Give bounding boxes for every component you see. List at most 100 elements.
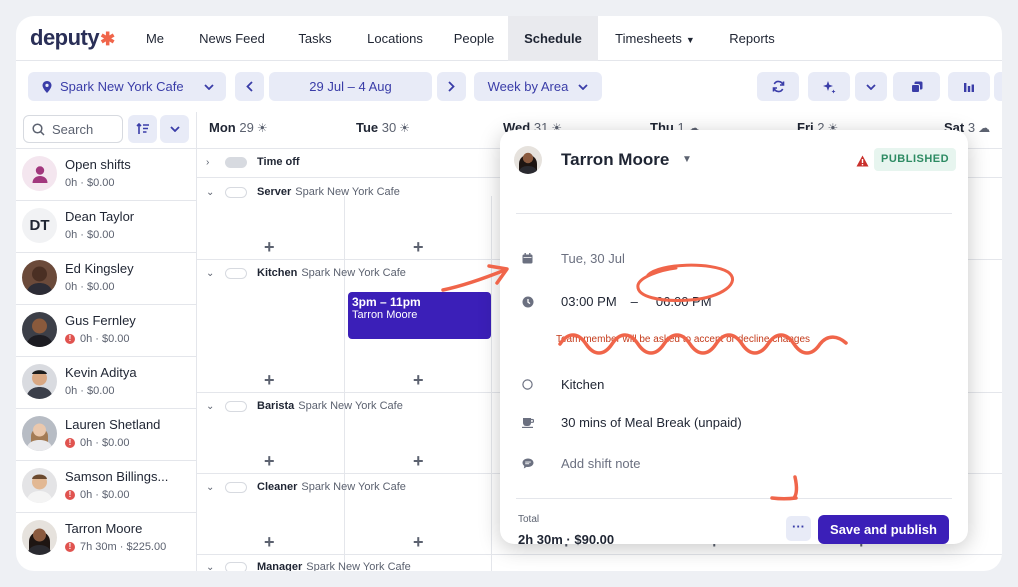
save-and-publish-button[interactable]: Save and publish <box>818 515 949 544</box>
grid-divider <box>196 112 197 571</box>
employee-dropdown-icon[interactable]: ▼ <box>682 154 692 165</box>
avatar <box>22 468 57 503</box>
app-window: deputy✱ Me News Feed Tasks Locations Peo… <box>16 16 1002 571</box>
chevron-down-icon <box>866 83 876 90</box>
caret-down-icon: ▼ <box>685 35 695 45</box>
sort-button[interactable] <box>128 115 157 143</box>
next-week-button[interactable] <box>437 72 466 101</box>
chevron-down-icon: ⌄ <box>206 186 215 198</box>
nav-schedule[interactable]: Schedule <box>508 16 598 61</box>
nav-tasks[interactable]: Tasks <box>290 16 340 61</box>
shift-time-row: 03:00 PM – 06:00 PM <box>522 294 712 309</box>
nav-people[interactable]: People <box>446 16 502 61</box>
deputy-logo[interactable]: deputy✱ <box>30 25 115 51</box>
nav-locations[interactable]: Locations <box>359 16 431 61</box>
copy-button[interactable] <box>893 72 940 101</box>
area-toggle[interactable] <box>225 400 247 412</box>
area-cleaner[interactable]: ⌄ Cleaner Spark New York Cafe <box>206 481 406 493</box>
warning-icon: ! <box>65 490 75 500</box>
total-label: Total <box>518 514 540 525</box>
add-shift-button[interactable]: + <box>264 370 275 391</box>
person-ed-kingsley[interactable]: Ed Kingsley 0h · $0.00 <box>16 252 196 304</box>
divider <box>516 498 952 499</box>
add-shift-button[interactable]: + <box>413 237 424 258</box>
person-tarron-moore[interactable]: Tarron Moore ! 7h 30m · $225.00 <box>16 512 196 564</box>
chevron-down-icon <box>169 126 180 132</box>
chevron-left-icon <box>246 81 253 92</box>
search-icon <box>32 122 45 136</box>
copy-icon <box>910 81 922 93</box>
chevron-down-icon: ⌄ <box>206 561 215 572</box>
people-list: Open shifts 0h · $0.00 DT Dean Taylor 0h… <box>16 148 196 564</box>
nav-news-feed[interactable]: News Feed <box>192 16 272 61</box>
auto-schedule-button[interactable] <box>808 72 850 101</box>
area-server[interactable]: ⌄ Server Spark New York Cafe <box>206 186 400 198</box>
nav-me[interactable]: Me <box>135 16 175 61</box>
sort-icon <box>135 123 149 134</box>
shift-block[interactable]: 3pm – 11pm Tarron Moore <box>348 292 491 339</box>
break-row[interactable]: 30 mins of Meal Break (unpaid) <box>522 415 742 430</box>
area-toggle[interactable] <box>225 186 247 198</box>
day-header-tue[interactable]: Tue 30 ☀ <box>356 120 410 135</box>
location-selector[interactable]: Spark New York Cafe <box>28 72 226 101</box>
chevron-down-icon: ⌄ <box>206 267 215 279</box>
nav-reports[interactable]: Reports <box>722 16 782 61</box>
area-toggle[interactable] <box>225 481 247 493</box>
shift-note-input[interactable]: Add shift note <box>522 456 641 471</box>
area-toggle[interactable] <box>225 156 247 168</box>
person-open-shifts[interactable]: Open shifts 0h · $0.00 <box>16 148 196 200</box>
person-lauren-shetland[interactable]: Lauren Shetland ! 0h · $0.00 <box>16 408 196 460</box>
open-shifts-avatar <box>22 156 57 191</box>
add-shift-button[interactable]: + <box>264 451 275 472</box>
change-warning-text: Team member will be asked to accept or d… <box>556 334 811 345</box>
person-kevin-aditya[interactable]: Kevin Aditya 0h · $0.00 <box>16 356 196 408</box>
view-selector[interactable]: Week by Area <box>474 72 602 101</box>
add-shift-button[interactable]: + <box>413 532 424 553</box>
refresh-button[interactable] <box>757 72 799 101</box>
area-time-off[interactable]: › Time off <box>206 156 304 168</box>
person-samson-billings[interactable]: Samson Billings... ! 0h · $0.00 <box>16 460 196 512</box>
chevron-down-icon <box>578 83 588 90</box>
search-input[interactable]: Search <box>23 115 123 143</box>
add-shift-button[interactable]: + <box>264 532 275 553</box>
start-time-input[interactable]: 03:00 PM <box>561 294 617 309</box>
area-toggle[interactable] <box>225 267 247 279</box>
coffee-cup-icon <box>522 417 561 428</box>
chart-icon <box>964 82 974 92</box>
map-pin-icon <box>42 80 52 93</box>
area-row[interactable]: Kitchen <box>522 377 604 392</box>
person-gus-fernley[interactable]: Gus Fernley ! 0h · $0.00 <box>16 304 196 356</box>
area-barista[interactable]: ⌄ Barista Spark New York Cafe <box>206 400 403 412</box>
chevron-right-icon: › <box>206 156 210 168</box>
date-range-button[interactable]: 29 Jul – 4 Aug <box>269 72 432 101</box>
area-kitchen[interactable]: ⌄ Kitchen Spark New York Cafe <box>206 267 406 279</box>
area-toggle[interactable] <box>225 561 247 571</box>
warning-icon: ! <box>65 438 75 448</box>
more-actions-dropdown[interactable] <box>855 72 887 101</box>
add-shift-button[interactable]: + <box>413 370 424 391</box>
divider <box>516 213 952 214</box>
end-time-input[interactable]: 06:00 PM <box>656 294 712 309</box>
add-shift-button[interactable]: + <box>264 237 275 258</box>
employee-name[interactable]: Tarron Moore <box>561 150 669 170</box>
extra-toolbar-button[interactable] <box>994 72 1002 101</box>
nav-timesheets[interactable]: Timesheets ▼ <box>610 16 700 61</box>
calendar-icon <box>522 253 561 264</box>
employee-avatar <box>514 146 542 174</box>
day-header-mon[interactable]: Mon 29 ☀ <box>209 120 268 135</box>
more-options-button[interactable]: ··· <box>786 516 811 541</box>
area-manager[interactable]: ⌄ Manager Spark New York Cafe <box>206 561 411 571</box>
sparkle-icon <box>823 80 836 93</box>
comment-icon <box>522 458 561 469</box>
chevron-down-icon: ⌄ <box>206 481 215 493</box>
logo-star-icon: ✱ <box>100 29 115 49</box>
chevron-down-icon <box>204 83 214 90</box>
status-badge: PUBLISHED <box>874 148 957 171</box>
person-dean-taylor[interactable]: DT Dean Taylor 0h · $0.00 <box>16 200 196 252</box>
prev-week-button[interactable] <box>235 72 264 101</box>
grid-divider <box>196 554 1002 555</box>
insights-button[interactable] <box>948 72 990 101</box>
filter-dropdown[interactable] <box>160 115 189 143</box>
add-shift-button[interactable]: + <box>413 451 424 472</box>
shift-date-row[interactable]: Tue, 30 Jul <box>522 251 625 266</box>
